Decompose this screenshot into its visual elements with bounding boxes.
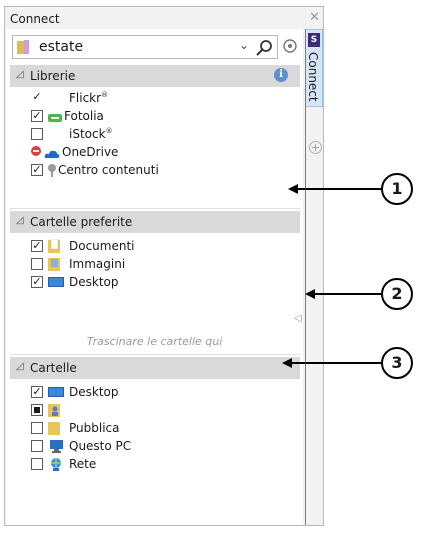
item-label: Rete: [69, 457, 97, 471]
computer-icon: [50, 440, 63, 453]
checkbox[interactable]: ✓: [31, 164, 43, 176]
checkbox[interactable]: ✓: [31, 91, 43, 104]
callout-number: 1: [381, 173, 413, 205]
search-input[interactable]: estate ⌄: [12, 35, 278, 59]
docker-title: Connect: [10, 12, 60, 26]
item-label: Desktop: [69, 275, 119, 289]
callout-number: 2: [381, 278, 413, 310]
item-label: Questo PC: [69, 439, 132, 453]
item-label: Centro contenuti: [58, 163, 159, 177]
connect-docker: Connect ✕ estate ⌄ ◿ Librerie i ✓ Flickr…: [4, 6, 324, 526]
item-label: Documenti: [69, 239, 135, 253]
checkbox[interactable]: ✓: [31, 240, 43, 252]
close-icon[interactable]: ✕: [309, 10, 320, 25]
collapse-triangle-icon[interactable]: ◿: [16, 215, 24, 226]
onedrive-icon: [44, 150, 60, 158]
checkbox[interactable]: ✓: [31, 110, 43, 122]
section-label: Cartelle preferite: [30, 215, 133, 229]
network-icon: [51, 458, 61, 471]
search-value: estate: [39, 39, 84, 55]
fotolia-icon: [48, 114, 62, 122]
checkbox[interactable]: [31, 128, 43, 140]
collapse-triangle-icon[interactable]: ◿: [16, 361, 24, 372]
drop-hint: Trascinare le cartelle qui: [86, 335, 223, 348]
user-folder-icon: [48, 404, 60, 417]
item-label: Desktop: [69, 385, 119, 399]
add-tab-icon[interactable]: +: [309, 141, 322, 154]
section-cartelle-preferite[interactable]: ◿ Cartelle preferite: [10, 211, 300, 233]
advanced-search-icon[interactable]: [282, 38, 298, 56]
section-label: Librerie: [30, 69, 76, 83]
section-librerie[interactable]: ◿ Librerie i: [10, 65, 300, 87]
chevron-down-icon[interactable]: ⌄: [239, 38, 249, 52]
tab-label: Connect: [306, 52, 320, 102]
item-label: iStock®: [69, 127, 113, 141]
search-icon[interactable]: [256, 39, 274, 57]
remove-icon[interactable]: [31, 146, 41, 156]
pictures-folder-icon: [48, 258, 60, 271]
info-icon[interactable]: i: [274, 68, 288, 82]
tab-connect[interactable]: S Connect: [306, 29, 323, 107]
item-label: Fotolia: [64, 109, 104, 123]
checkbox[interactable]: [31, 440, 43, 452]
checkbox[interactable]: ✓: [31, 276, 43, 288]
item-label: Immagini: [69, 257, 126, 271]
checkbox[interactable]: [31, 404, 43, 416]
connect-logo-icon: S: [308, 33, 320, 47]
folder-icon: [17, 40, 29, 54]
section-label: Cartelle: [30, 361, 77, 375]
checkbox[interactable]: ✓: [31, 386, 43, 398]
section-cartelle[interactable]: ◿ Cartelle: [10, 357, 300, 379]
desktop-icon: [48, 277, 64, 287]
item-label: Flickr®: [69, 91, 109, 105]
checkbox[interactable]: [31, 458, 43, 470]
item-label: Pubblica: [69, 421, 120, 435]
folder-icon: [48, 422, 60, 435]
checkbox[interactable]: [31, 258, 43, 270]
section-divider: [10, 354, 300, 355]
desktop-icon: [48, 387, 64, 397]
section-divider: [10, 208, 300, 209]
expand-arrow-icon[interactable]: ◁: [294, 313, 302, 324]
item-label: OneDrive: [62, 145, 119, 159]
callout-number: 3: [381, 347, 413, 379]
collapse-triangle-icon[interactable]: ◿: [16, 69, 24, 80]
checkbox[interactable]: [31, 422, 43, 434]
documents-folder-icon: [48, 239, 60, 253]
docker-titlebar: Connect ✕: [5, 7, 323, 29]
docker-content: estate ⌄ ◿ Librerie i ✓ Flickr® ✓ Fotoli…: [6, 29, 303, 525]
